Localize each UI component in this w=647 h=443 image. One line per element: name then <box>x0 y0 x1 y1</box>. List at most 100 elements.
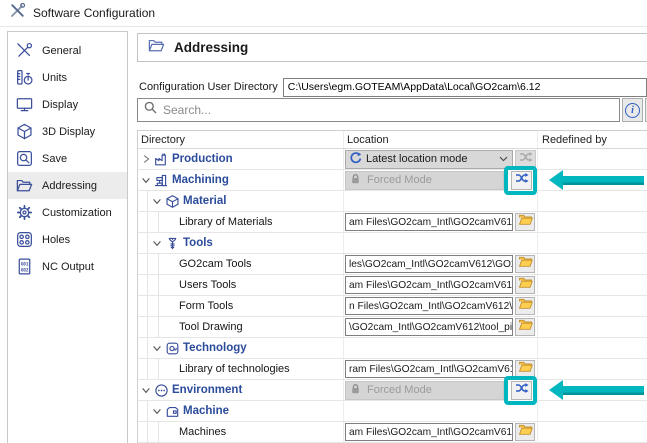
tree-expander-expanded[interactable] <box>140 384 152 396</box>
annotation-arrow <box>549 170 644 190</box>
path-input[interactable]: \GO2cam_Intl\GO2camV612\tool_picture <box>345 318 513 336</box>
environment-icon <box>152 382 170 398</box>
path-input[interactable]: les\GO2cam_Intl\GO2camV612\GO2_tool <box>345 255 513 273</box>
location-cell: am Files\GO2cam_Intl\GO2camV612\tool <box>344 275 538 295</box>
sidebar-item-label: Customization <box>42 207 112 219</box>
svg-text:G02: G02 <box>21 267 29 273</box>
column-header-redefined-by: Redefined by <box>538 131 647 148</box>
location-mode-dropdown[interactable]: Latest location mode <box>345 150 513 169</box>
redefined-by-cell <box>538 359 647 379</box>
browse-folder-button[interactable] <box>515 255 535 273</box>
browse-folder-button[interactable] <box>515 276 535 294</box>
path-input[interactable]: am Files\GO2cam_Intl\GO2camV612\tool <box>345 276 513 294</box>
tree-expander-collapsed[interactable] <box>140 153 152 165</box>
tree-guide <box>158 296 159 316</box>
sidebar-item-3d-display[interactable]: 3D Display <box>8 118 127 145</box>
sidebar-item-holes[interactable]: Holes <box>8 226 127 253</box>
directory-name: Tool Drawing <box>179 321 243 333</box>
table-row[interactable]: Tool Drawing \GO2cam_Intl\GO2camV612\tool… <box>138 317 647 338</box>
tree-expander-expanded[interactable] <box>140 174 152 186</box>
directory-name: Library of technologies <box>179 363 290 375</box>
sidebar-item-nc-output[interactable]: G01 G02 NC Output <box>8 253 127 280</box>
table-row[interactable]: GO2cam Toolsles\GO2cam_Intl\GO2camV612\G… <box>138 254 647 275</box>
refresh-icon <box>350 152 362 167</box>
table-body: ProductionLatest location mode Machining F… <box>138 149 647 443</box>
redirect-button[interactable] <box>511 171 532 190</box>
directory-name: Machine <box>183 405 229 417</box>
directory-name: Machining <box>172 174 229 186</box>
sidebar-item-label: Holes <box>42 234 70 246</box>
table-row[interactable]: Tools <box>138 233 647 254</box>
table-row[interactable]: Form Toolsn Files\GO2cam_Intl\GO2camV612… <box>138 296 647 317</box>
info-button[interactable]: i <box>622 98 643 122</box>
directory-name: Material <box>183 195 226 207</box>
table-row[interactable]: Library of Materialsam Files\GO2cam_Intl… <box>138 212 647 233</box>
redefined-by-cell <box>538 338 647 358</box>
tree-guide <box>158 317 159 337</box>
table-row[interactable]: Material <box>138 191 647 212</box>
table-row[interactable]: Machine <box>138 401 647 422</box>
redefined-by-cell <box>538 422 647 442</box>
directory-cell: Production <box>138 149 344 169</box>
page-header: Addressing <box>137 33 647 62</box>
table-row[interactable]: Machinesam Files\GO2cam_Intl\GO2camV612\… <box>138 422 647 443</box>
search-input[interactable] <box>163 103 619 117</box>
directory-name: Environment <box>172 384 242 396</box>
tree-guide <box>147 254 148 274</box>
redirect-button[interactable] <box>511 381 532 400</box>
redefined-by-cell <box>538 149 647 169</box>
redefined-by-cell <box>538 191 647 211</box>
search-box[interactable] <box>137 98 620 122</box>
tree-expander-expanded[interactable] <box>151 405 163 417</box>
browse-folder-button[interactable] <box>515 297 535 315</box>
path-input[interactable]: ram Files\GO2cam_Intl\GO2camV612\tec <box>345 360 513 378</box>
path-input[interactable]: n Files\GO2cam_Intl\GO2camV612\forme <box>345 297 513 315</box>
forced-mode-label: Forced Mode <box>367 174 432 186</box>
table-header: Directory Location Redefined by <box>138 131 647 149</box>
nc-output-icon: G01 G02 <box>14 256 35 277</box>
sidebar-item-customization[interactable]: Customization <box>8 199 127 226</box>
window-titlebar: Software Configuration <box>0 0 647 27</box>
table-row[interactable]: Library of technologies ram Files\GO2cam_… <box>138 359 647 380</box>
sidebar-item-label: 3D Display <box>42 126 95 138</box>
tree-expander-expanded[interactable] <box>151 342 163 354</box>
lock-icon <box>350 173 361 188</box>
table-row[interactable]: Technology <box>138 338 647 359</box>
config-directory-input[interactable] <box>283 78 647 97</box>
annotation-highlight-box <box>504 166 537 195</box>
directory-cell: Machines <box>138 422 344 442</box>
tap-icon <box>163 235 181 251</box>
table-row[interactable]: Users Toolsam Files\GO2cam_Intl\GO2camV6… <box>138 275 647 296</box>
info-icon: i <box>625 103 640 118</box>
tree-expander-expanded[interactable] <box>151 195 163 207</box>
table-row[interactable]: ProductionLatest location mode <box>138 149 647 170</box>
machine-icon <box>163 403 181 419</box>
sidebar-item-display[interactable]: Display <box>8 91 127 118</box>
table-row[interactable]: Machining Forced Mode <box>138 170 647 191</box>
column-header-directory: Directory <box>138 131 344 148</box>
redefined-by-cell <box>538 296 647 316</box>
sidebar-item-addressing[interactable]: Addressing <box>8 172 127 199</box>
forced-mode-box: Forced Mode <box>345 171 504 190</box>
lock-icon <box>350 383 361 398</box>
tree-expander-expanded[interactable] <box>151 237 163 249</box>
sidebar-item-label: NC Output <box>42 261 94 273</box>
location-cell: am Files\GO2cam_Intl\GO2camV612\mat <box>344 212 538 232</box>
sidebar-item-save[interactable]: Save <box>8 145 127 172</box>
path-input[interactable]: am Files\GO2cam_Intl\GO2camV612\mac <box>345 423 513 441</box>
browse-folder-button[interactable] <box>515 423 535 441</box>
browse-folder-button[interactable] <box>515 213 535 231</box>
directory-name: Technology <box>183 342 247 354</box>
sidebar-item-units[interactable]: Units <box>8 64 127 91</box>
arrow-tail <box>563 176 644 185</box>
location-cell <box>344 233 538 253</box>
path-input[interactable]: am Files\GO2cam_Intl\GO2camV612\mat <box>345 213 513 231</box>
browse-folder-button[interactable] <box>515 318 535 336</box>
tree-guide <box>158 359 159 379</box>
technology-icon <box>163 340 181 356</box>
table-row[interactable]: EnvironmentForced Mode <box>138 380 647 401</box>
sidebar-item-general[interactable]: General <box>8 37 127 64</box>
wrench-screwdriver-icon <box>9 2 26 24</box>
directory-cell: Machining <box>138 170 344 190</box>
location-cell: am Files\GO2cam_Intl\GO2camV612\mac <box>344 422 538 442</box>
